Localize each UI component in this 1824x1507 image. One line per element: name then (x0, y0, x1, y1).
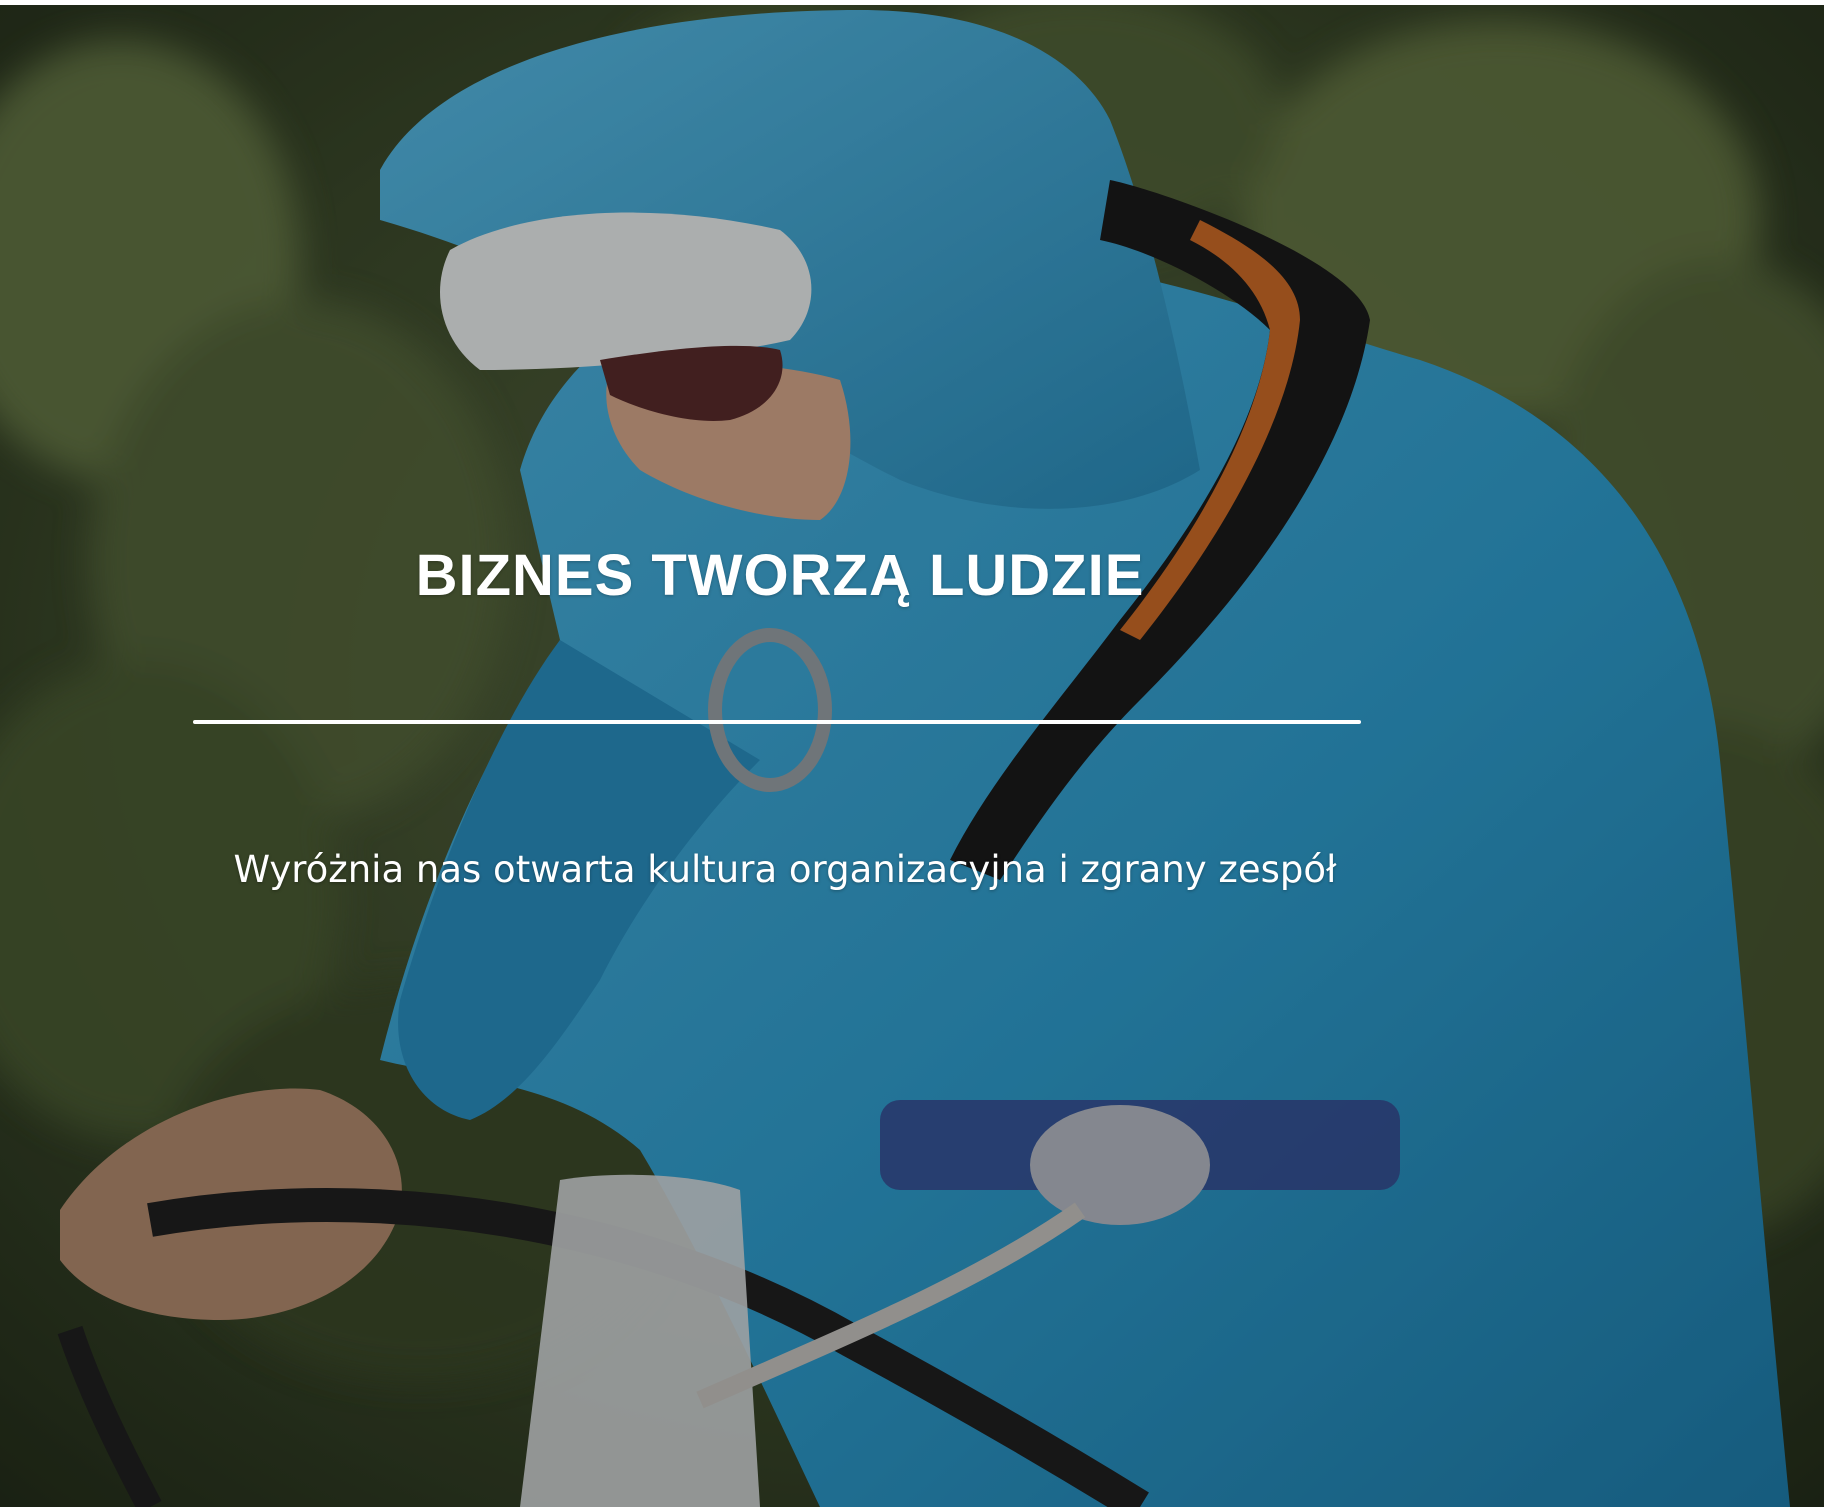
hero-title: BIZNES TWORZĄ LUDZIE (415, 543, 1145, 608)
hero-subtitle: Wyróżnia nas otwarta kultura organizacyj… (233, 848, 1337, 891)
hero-content: BIZNES TWORZĄ LUDZIE Wyróżnia nas otwart… (0, 0, 1824, 1507)
hero-section: BIZNES TWORZĄ LUDZIE Wyróżnia nas otwart… (0, 0, 1824, 1507)
hero-divider (193, 720, 1361, 724)
